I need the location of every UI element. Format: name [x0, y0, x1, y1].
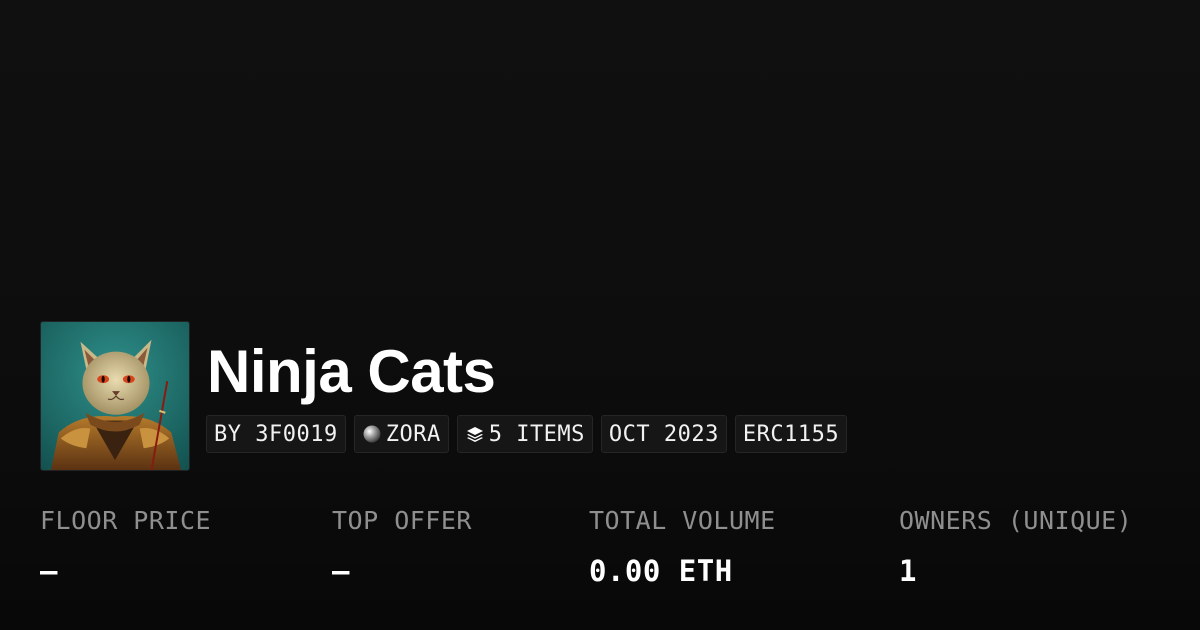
- creator-tag[interactable]: BY 3F0019: [206, 415, 346, 453]
- floor-price-label: FLOOR PRICE: [40, 506, 212, 535]
- top-offer-label: TOP OFFER: [332, 506, 472, 535]
- items-tag[interactable]: 5 ITEMS: [456, 415, 593, 453]
- ninja-cat-image: [41, 322, 189, 470]
- top-offer-stat: TOP OFFER –: [332, 503, 472, 589]
- chain-label: ZORA: [385, 421, 441, 447]
- owners-label: OWNERS (UNIQUE): [899, 506, 1133, 535]
- total-volume-stat: TOTAL VOLUME 0.00 ETH: [589, 503, 776, 589]
- owners-value: 1: [899, 554, 917, 588]
- date-label: OCT 2023: [608, 421, 719, 447]
- floor-price-value: –: [40, 554, 58, 588]
- zora-orb-icon: [362, 424, 382, 444]
- total-volume-label: TOTAL VOLUME: [589, 506, 776, 535]
- top-offer-value: –: [332, 554, 350, 588]
- standard-tag: ERC1155: [734, 415, 848, 453]
- standard-label: ERC1155: [742, 421, 840, 447]
- collection-title: Ninja Cats: [207, 338, 496, 405]
- floor-price-stat: FLOOR PRICE –: [40, 503, 211, 589]
- collection-preview-card: Ninja Cats BY 3F0019 ZORA 5 ITEMS OCT 20…: [0, 0, 1200, 630]
- chain-tag[interactable]: ZORA: [353, 415, 449, 453]
- collection-tags: BY 3F0019 ZORA 5 ITEMS OCT 2023 ERC1155: [206, 415, 848, 453]
- collection-avatar: [40, 321, 190, 471]
- date-tag: OCT 2023: [600, 415, 727, 453]
- total-volume-value: 0.00 ETH: [589, 554, 733, 588]
- layers-icon: [465, 424, 485, 444]
- items-label: 5 ITEMS: [488, 421, 585, 447]
- owners-stat: OWNERS (UNIQUE) 1: [899, 503, 1132, 589]
- creator-label: BY 3F0019: [214, 421, 338, 447]
